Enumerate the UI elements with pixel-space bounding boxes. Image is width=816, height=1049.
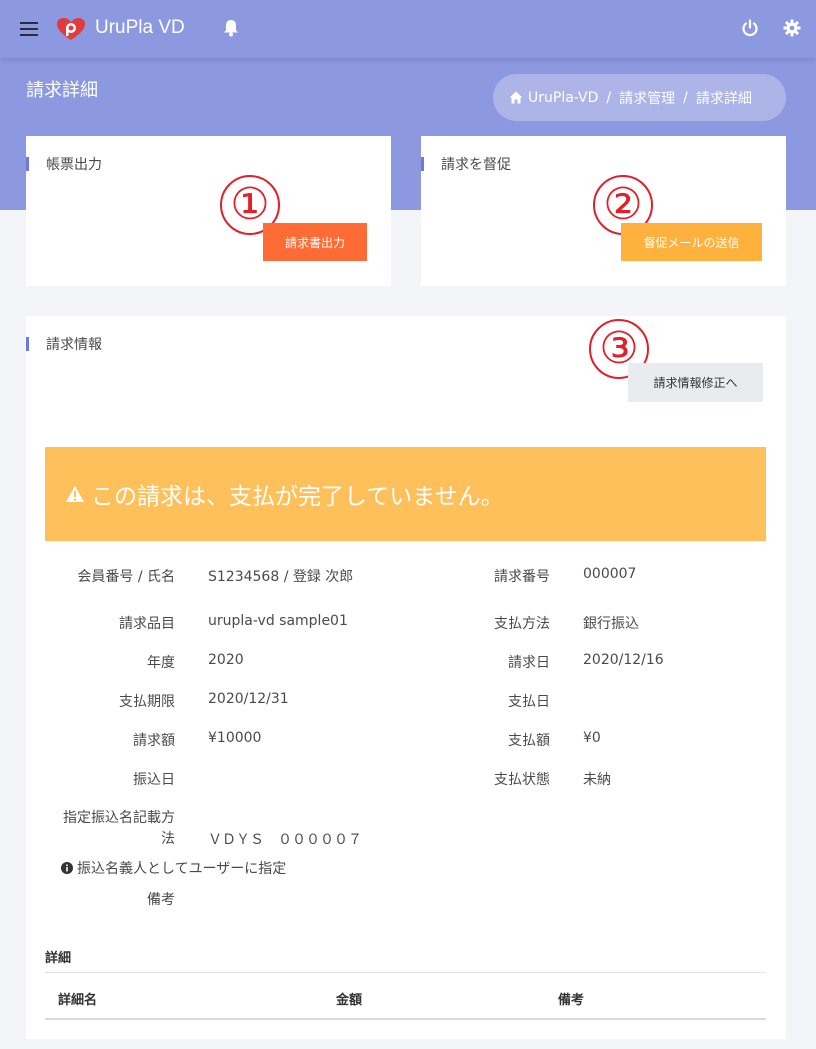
payment-reminder-card: 請求を督促 ② 督促メールの送信 [421,136,786,286]
power-icon[interactable] [741,19,759,37]
breadcrumb-home[interactable]: UruPla-VD [528,90,598,106]
urupla-logo-icon [57,18,85,40]
transfer-name-method-value: ＶＤＹＳ ０００００７ [208,832,362,848]
payment-reminder-title: 請求を督促 [421,154,511,174]
invoice-date-label: 請求日 [508,655,550,671]
invoice-output-title: 帳票出力 [26,154,102,174]
detail-table: 詳細名 金額 備考 [45,972,766,1020]
app-name[interactable]: UruPla VD [95,17,185,39]
payment-status-value: 未納 [583,772,611,788]
payment-method-value: 銀行振込 [583,616,639,632]
breadcrumb-billing-management[interactable]: 請求管理 [619,88,675,108]
payment-method-label: 支払方法 [494,616,550,632]
transfer-name-method-label-line1: 指定振込名記載方 [63,810,175,826]
invoice-output-card: 帳票出力 ① 請求書出力 [26,136,391,286]
detail-table-heading: 詳細 [45,951,72,966]
top-navbar: UruPla VD [0,0,816,58]
payment-date-label: 支払日 [508,694,550,710]
breadcrumb-separator: / [606,89,612,106]
transfer-note: 振込名義人としてユーザーに指定 [61,858,286,878]
invoice-number-label: 請求番号 [494,569,550,585]
invoice-number-value: 000007 [583,566,637,582]
paid-amount-label: 支払額 [508,733,550,749]
warning-icon [66,486,84,502]
send-reminder-email-button[interactable]: 督促メールの送信 [621,223,762,261]
due-date-label: 支払期限 [119,694,175,710]
year-value: 2020 [208,652,244,668]
page-title: 請求詳細 [26,80,98,101]
due-date-value: 2020/12/31 [208,691,289,707]
year-label: 年度 [147,655,175,671]
member-label: 会員番号 / 氏名 [77,569,175,585]
breadcrumb: UruPla-VD / 請求管理 / 請求詳細 [493,74,786,121]
member-value: S1234568 / 登録 次郎 [208,569,354,585]
gear-icon[interactable] [783,19,801,37]
transfer-name-method-label-line2: 法 [161,831,175,847]
invoice-date-value: 2020/12/16 [583,652,664,668]
edit-invoice-info-button[interactable]: 請求情報修正へ [628,363,763,402]
invoice-output-button[interactable]: 請求書出力 [263,223,367,261]
transfer-name-method-label: 指定振込名記載方 法 [45,808,175,850]
detail-name-header: 詳細名 [58,993,98,1008]
hamburger-menu-icon[interactable] [20,22,38,36]
info-circle-icon [61,862,73,874]
unpaid-alert: この請求は、支払が完了していません。 [45,447,766,541]
paid-amount-value: ¥0 [583,730,601,746]
transfer-date-label: 振込日 [133,772,175,788]
invoice-info-card: 請求情報 ③ 請求情報修正へ [26,316,786,1039]
billed-amount-value: ¥10000 [208,730,262,746]
transfer-note-text: 振込名義人としてユーザーに指定 [77,861,287,877]
invoice-info-title: 請求情報 [26,334,102,354]
bell-icon[interactable] [223,19,239,37]
billed-amount-label: 請求額 [133,733,175,749]
home-icon[interactable] [509,91,523,104]
amount-header: 金額 [336,993,363,1008]
item-label: 請求品目 [119,616,175,632]
item-value: urupla-vd sample01 [208,613,348,629]
alert-text: この請求は、支払が完了していません。 [91,484,504,510]
breadcrumb-current: 請求詳細 [695,90,752,107]
remarks-label: 備考 [147,892,175,908]
payment-status-label: 支払状態 [494,772,550,788]
breadcrumb-separator: / [683,89,688,106]
remarks-header: 備考 [558,993,585,1008]
